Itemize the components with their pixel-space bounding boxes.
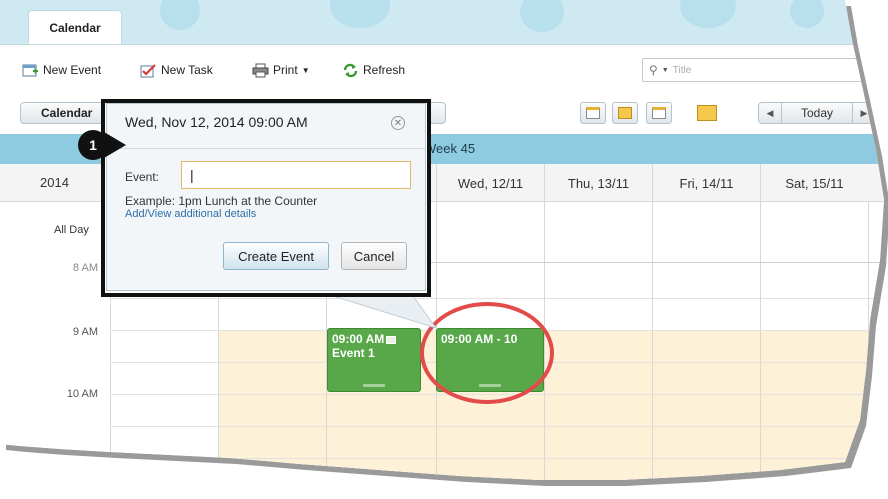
calendar-app: Calendar New Event New Task Print ▼ Refr… bbox=[0, 0, 884, 480]
cancel-button[interactable]: Cancel bbox=[341, 242, 407, 270]
create-event-label: Create Event bbox=[238, 248, 314, 264]
event-example-text: Example: 1pm Lunch at the Counter bbox=[125, 194, 318, 208]
popup-title: Wed, Nov 12, 2014 09:00 AM bbox=[125, 114, 308, 130]
close-icon[interactable]: ✕ bbox=[391, 116, 405, 130]
event-input-value: | bbox=[190, 167, 194, 183]
additional-details-link[interactable]: Add/View additional details bbox=[125, 208, 256, 220]
create-event-button[interactable]: Create Event bbox=[223, 242, 329, 270]
event-field-label: Event: bbox=[125, 170, 160, 184]
step-badge: 1 bbox=[78, 130, 108, 160]
cancel-label: Cancel bbox=[353, 248, 395, 264]
event-input[interactable]: | bbox=[181, 161, 411, 189]
quick-add-event-popup: Wed, Nov 12, 2014 09:00 AM ✕ Event: | Ex… bbox=[106, 103, 426, 291]
